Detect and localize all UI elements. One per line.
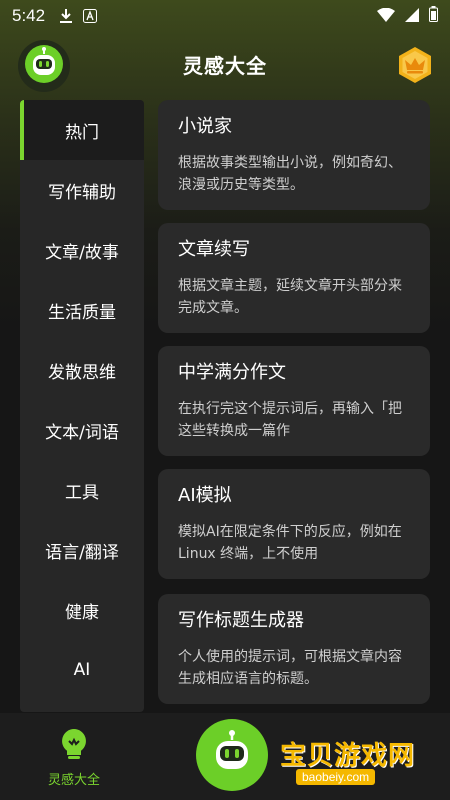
- sidebar-item-label: 文本/词语: [45, 422, 119, 443]
- sidebar-item-label: 写作辅助: [48, 182, 116, 203]
- watermark-logo: 宝贝游戏网 baobeiy.com: [276, 723, 426, 789]
- card-title: 写作标题生成器: [178, 610, 304, 631]
- prompt-card-list: 小说家 根据故事类型输出小说，例如奇幻、浪漫或历史等类型。 文章续写 根据文章主…: [158, 100, 430, 712]
- prompt-card[interactable]: 文章续写 根据文章主题，延续文章开头部分来完成文章。: [158, 223, 430, 333]
- sidebar-item-hot[interactable]: 热门: [20, 100, 144, 160]
- category-sidebar: 热门 写作辅助 文章/故事 生活质量 发散思维 文本/词语 工具 语言/翻译 健…: [20, 100, 144, 712]
- sidebar-item-ai[interactable]: AI: [20, 640, 144, 700]
- prompt-card[interactable]: AI模拟 模拟AI在限定条件下的反应，例如在Linux 终端，上不使用: [158, 469, 430, 579]
- download-icon: [59, 8, 73, 24]
- sidebar-item-label: AI: [73, 660, 91, 680]
- lightbulb-icon: [59, 727, 89, 765]
- card-description: 个人使用的提示词，可根据文章内容生成相应语言的标题。: [178, 649, 402, 687]
- sidebar-item-tools[interactable]: 工具: [20, 460, 144, 520]
- sidebar-item-text-words[interactable]: 文本/词语: [20, 400, 144, 460]
- sidebar-item-label: 健康: [65, 602, 99, 623]
- sidebar-item-label: 发散思维: [48, 362, 116, 383]
- nav-home-tab[interactable]: 灵感大全: [34, 727, 114, 788]
- prompt-card[interactable]: 写作标题生成器 个人使用的提示词，可根据文章内容生成相应语言的标题。: [158, 594, 430, 704]
- sidebar-item-label: 生活质量: [48, 302, 116, 323]
- robot-icon: [208, 729, 256, 781]
- card-title: 文章续写: [178, 239, 250, 260]
- bottom-navigation: 灵感大全 宝贝游戏网 baobeiy.com: [0, 713, 450, 800]
- sidebar-item-article-story[interactable]: 文章/故事: [20, 220, 144, 280]
- sidebar-item-label: 语言/翻译: [45, 542, 119, 563]
- sidebar-item-health[interactable]: 健康: [20, 580, 144, 640]
- card-title: 小说家: [178, 116, 232, 137]
- card-description: 模拟AI在限定条件下的反应，例如在Linux 终端，上不使用: [178, 524, 402, 562]
- sidebar-item-label: 工具: [65, 482, 99, 503]
- sidebar-item-label: 文章/故事: [45, 242, 119, 263]
- nav-home-label: 灵感大全: [47, 773, 100, 788]
- watermark-text: 宝贝游戏网: [280, 741, 416, 771]
- prompt-card[interactable]: 小说家 根据故事类型输出小说，例如奇幻、浪漫或历史等类型。: [158, 100, 430, 210]
- wifi-icon: [377, 7, 395, 26]
- card-title: AI模拟: [178, 485, 232, 506]
- card-description: 根据文章主题，延续文章开头部分来完成文章。: [178, 278, 402, 316]
- sidebar-item-label: 热门: [65, 122, 99, 143]
- sidebar-item-writing-assist[interactable]: 写作辅助: [20, 160, 144, 220]
- sidebar-item-divergent-thinking[interactable]: 发散思维: [20, 340, 144, 400]
- signal-icon: [405, 7, 419, 26]
- font-icon: [83, 9, 98, 23]
- card-description: 在执行完这个提示词后，再输入「把这些转换成一篇作: [178, 401, 402, 439]
- page-title: 灵感大全: [183, 54, 267, 78]
- premium-button[interactable]: [396, 46, 434, 84]
- sidebar-item-life-quality[interactable]: 生活质量: [20, 280, 144, 340]
- card-description: 根据故事类型输出小说，例如奇幻、浪漫或历史等类型。: [178, 155, 402, 193]
- sidebar-item-language-translate[interactable]: 语言/翻译: [20, 520, 144, 580]
- status-time: 5:42: [12, 6, 46, 25]
- card-title: 中学满分作文: [178, 362, 286, 383]
- crown-icon: [396, 47, 434, 88]
- app-header: 灵感大全: [0, 36, 450, 96]
- watermark-url: baobeiy.com: [296, 769, 376, 785]
- assistant-fab-button[interactable]: [196, 719, 268, 791]
- prompt-card[interactable]: 中学满分作文 在执行完这个提示词后，再输入「把这些转换成一篇作: [158, 346, 430, 456]
- status-bar: 5:42: [0, 0, 450, 32]
- battery-icon: [429, 6, 438, 26]
